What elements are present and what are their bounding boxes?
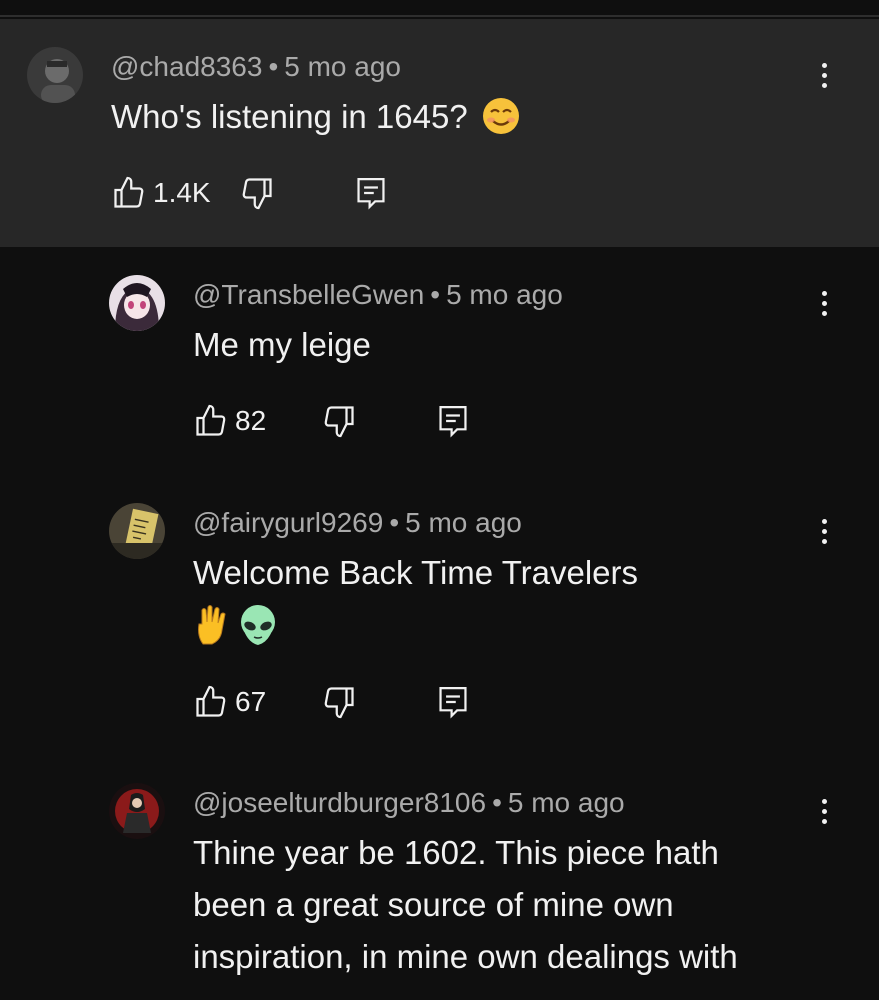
comment-time: 5 mo ago xyxy=(284,51,401,82)
comment-meta: @fairygurl9269 • 5 mo ago xyxy=(193,507,522,539)
reply-button[interactable] xyxy=(354,173,388,213)
meta-separator: • xyxy=(268,51,279,82)
comment-meta: @joseelturdburger8106 • 5 mo ago xyxy=(193,787,625,819)
vulcan-salute-emoji xyxy=(198,605,226,645)
smiling-face-emoji xyxy=(482,98,519,135)
dislike-button[interactable] xyxy=(321,401,357,441)
comment-text: Me my leige xyxy=(193,326,371,363)
more-vert-icon[interactable] xyxy=(812,283,836,323)
comment-actions: 67 xyxy=(193,682,493,722)
more-vert-icon[interactable] xyxy=(812,55,836,95)
comment-author[interactable]: @fairygurl9269 xyxy=(193,507,383,538)
thumbs-up-icon xyxy=(196,685,226,717)
avatar[interactable] xyxy=(27,47,83,103)
meta-separator: • xyxy=(389,507,400,538)
thumbs-down-icon xyxy=(242,178,272,210)
like-count: 1.4K xyxy=(153,177,211,208)
comment-text-line: been a great source of mine own xyxy=(193,886,674,923)
comment-text: Thine year be 1602. This piece hath been… xyxy=(193,827,833,983)
top-divider xyxy=(0,0,879,17)
like-button[interactable]: 1.4K xyxy=(111,173,211,213)
reply-icon xyxy=(439,406,467,438)
alien-emoji xyxy=(241,605,275,645)
comment-author[interactable]: @joseelturdburger8106 xyxy=(193,787,486,818)
dislike-button[interactable] xyxy=(239,173,275,213)
comment-time: 5 mo ago xyxy=(405,507,522,538)
comment-text-content: Who's listening in 1645? xyxy=(111,98,468,135)
comment-text: Welcome Back Time Travelers xyxy=(193,554,639,591)
thumbs-down-icon xyxy=(324,406,354,438)
like-count: 67 xyxy=(235,686,267,717)
thumbs-down-icon xyxy=(324,687,354,719)
avatar[interactable] xyxy=(109,503,165,559)
dislike-button[interactable] xyxy=(321,682,357,722)
reply-icon xyxy=(439,687,467,719)
reply-icon xyxy=(357,178,385,210)
thumbs-up-icon xyxy=(114,176,144,208)
comment-time: 5 mo ago xyxy=(446,279,563,310)
comment-reply: @fairygurl9269 • 5 mo ago Welcome Back Tim… xyxy=(0,475,879,755)
comment-text: Who's listening in 1645? xyxy=(111,91,521,143)
comment-meta: @TransbelleGwen • 5 mo ago xyxy=(193,279,563,311)
comment-text-line: inspiration, in mine own dealings with xyxy=(193,938,738,975)
comment-meta: @chad8363 • 5 mo ago xyxy=(111,51,401,83)
vulcan-salute-and-alien-emoji xyxy=(193,603,277,647)
more-vert-icon[interactable] xyxy=(812,791,836,831)
comment-reply: @joseelturdburger8106 • 5 mo ago Thine yea… xyxy=(0,755,879,1000)
avatar[interactable] xyxy=(109,275,165,331)
meta-separator: • xyxy=(492,787,502,818)
like-button[interactable]: 67 xyxy=(193,682,266,722)
reply-button[interactable] xyxy=(436,401,470,441)
comment-actions: 1.4K xyxy=(111,173,411,213)
reply-button[interactable] xyxy=(436,682,470,722)
comment-text-line: Thine year be 1602. This piece hath xyxy=(193,834,719,871)
comment-time: 5 mo ago xyxy=(507,787,625,818)
comment-author[interactable]: @TransbelleGwen xyxy=(193,279,424,310)
like-button[interactable]: 82 xyxy=(193,401,266,441)
comment-reply: @TransbelleGwen • 5 mo ago Me my leige 82 xyxy=(0,247,879,475)
more-vert-icon[interactable] xyxy=(812,511,836,551)
comment-highlighted: @chad8363 • 5 mo ago Who's listening in 16… xyxy=(0,19,879,247)
meta-separator: • xyxy=(430,279,441,310)
thumbs-up-icon xyxy=(196,404,226,436)
comment-author[interactable]: @chad8363 xyxy=(111,51,262,82)
comment-actions: 82 xyxy=(193,401,493,441)
avatar[interactable] xyxy=(109,783,165,839)
like-count: 82 xyxy=(235,405,267,436)
